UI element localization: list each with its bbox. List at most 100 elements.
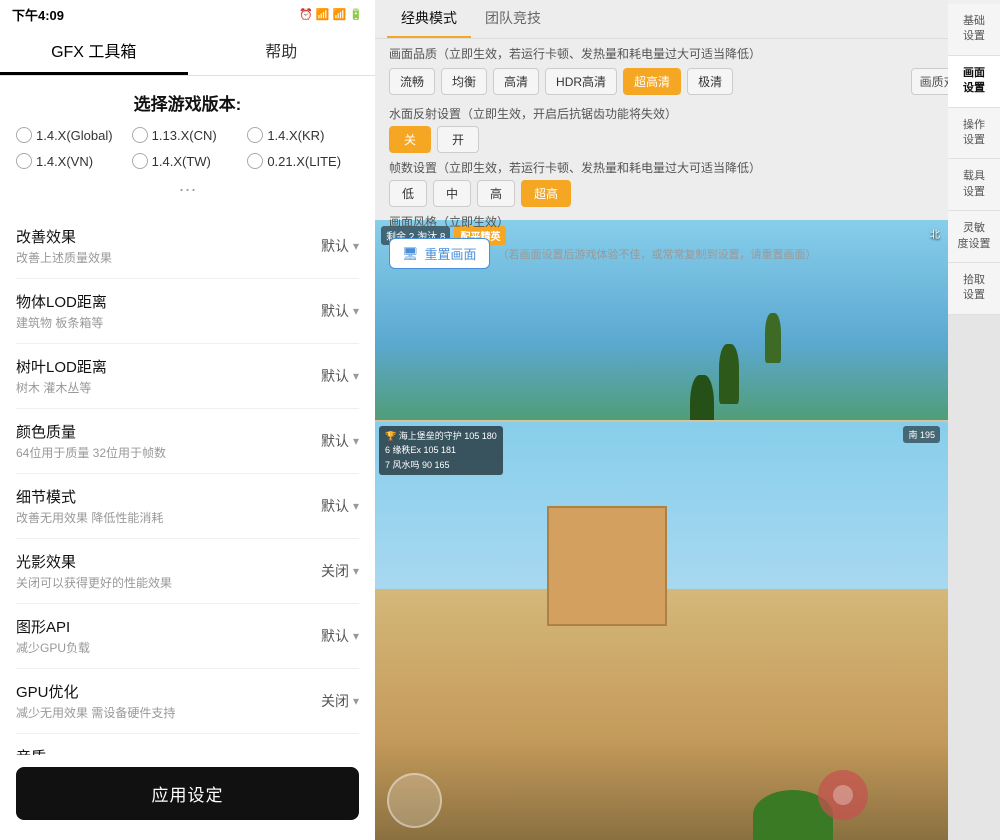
side-menu-controls[interactable]: 操作设置: [948, 108, 1000, 160]
setting-improve-effects-right[interactable]: 默认 ▾: [321, 236, 359, 256]
quality-ultra[interactable]: 超高清: [623, 68, 681, 95]
setting-detail-mode-value: 默认: [321, 496, 349, 516]
tree-1: [719, 344, 739, 404]
settings-list: 改善效果 改善上述质量效果 默认 ▾ 物体LOD距离 建筑物 板条箱等 默认 ▾…: [0, 214, 375, 755]
version-section: 选择游戏版本: 1.4.X(Global) 1.13.X(CN) 1.4.X(K…: [0, 76, 375, 214]
version-label-lite: 0.21.X(LITE): [267, 154, 341, 169]
quality-hd[interactable]: 高清: [493, 68, 539, 95]
chevron-down-icon: ▾: [353, 369, 359, 383]
game-settings-overlay: 经典模式 团队竞技 画面品质（立即生效，若运行卡顿、发热量和耗电量过大可适当降低…: [375, 0, 1000, 220]
radio-global[interactable]: [16, 127, 32, 143]
reset-button[interactable]: 🖥 重置画面: [389, 238, 490, 269]
water-off[interactable]: 关: [389, 126, 431, 153]
water-section: 水面反射设置（立即生效，开启后抗锯齿功能将失效） 关 开: [375, 103, 1000, 157]
tab-help[interactable]: 帮助: [188, 28, 376, 75]
radio-lite[interactable]: [247, 153, 263, 169]
version-global[interactable]: 1.4.X(Global): [16, 127, 128, 143]
quality-balanced[interactable]: 均衡: [441, 68, 487, 95]
setting-color-quality-right[interactable]: 默认 ▾: [321, 431, 359, 451]
setting-detail-mode-left: 细节模式 改善无用效果 降低性能消耗: [16, 486, 321, 526]
side-menu-graphics[interactable]: 画面设置: [948, 56, 1000, 108]
setting-gpu-optimize-subtitle: 减少无用效果 需设备硬件支持: [16, 704, 321, 721]
overlay-tabs: 经典模式 团队竞技: [375, 0, 1000, 39]
radio-cn[interactable]: [132, 127, 148, 143]
radio-vn[interactable]: [16, 153, 32, 169]
setting-shadow[interactable]: 光影效果 关闭可以获得更好的性能效果 关闭 ▾: [16, 539, 359, 604]
reset-label: 重置画面: [425, 244, 477, 263]
version-cn[interactable]: 1.13.X(CN): [132, 127, 244, 143]
chevron-down-icon: ▾: [353, 629, 359, 643]
quality-smooth[interactable]: 流畅: [389, 68, 435, 95]
tab-bar: GFX 工具箱 帮助: [0, 28, 375, 76]
chevron-down-icon: ▾: [353, 499, 359, 513]
fire-icon: [831, 783, 855, 807]
version-grid: 1.4.X(Global) 1.13.X(CN) 1.4.X(KR) 1.4.X…: [16, 127, 359, 169]
setting-graphics-api-right[interactable]: 默认 ▾: [321, 626, 359, 646]
status-icons: ⏰ 📶 📶 🔋: [299, 8, 363, 21]
fps-ultra[interactable]: 超高: [521, 180, 571, 207]
monitor-icon: 🖥: [402, 246, 419, 262]
setting-lod-object[interactable]: 物体LOD距离 建筑物 板条箱等 默认 ▾: [16, 279, 359, 344]
setting-shadow-right[interactable]: 关闭 ▾: [321, 561, 359, 581]
setting-lod-object-subtitle: 建筑物 板条箱等: [16, 314, 321, 331]
water-label: 水面反射设置（立即生效，开启后抗锯齿功能将失效）: [389, 105, 986, 122]
setting-improve-effects[interactable]: 改善效果 改善上述质量效果 默认 ▾: [16, 214, 359, 279]
chevron-down-icon: ▾: [353, 304, 359, 318]
setting-lod-object-left: 物体LOD距离 建筑物 板条箱等: [16, 291, 321, 331]
setting-color-quality-value: 默认: [321, 431, 349, 451]
tab-team-match[interactable]: 团队竞技: [471, 0, 555, 38]
setting-graphics-api-title: 图形API: [16, 616, 321, 637]
version-label-kr: 1.4.X(KR): [267, 128, 324, 143]
score-row-1: 🏆 海上堡垒的守护 105 180: [385, 429, 497, 443]
water-on[interactable]: 开: [437, 126, 479, 153]
setting-lod-foliage[interactable]: 树叶LOD距离 树木 灌木丛等 默认 ▾: [16, 344, 359, 409]
setting-gpu-optimize[interactable]: GPU优化 减少无用效果 需设备硬件支持 关闭 ▾: [16, 669, 359, 734]
side-menu-pickup[interactable]: 拾取设置: [948, 263, 1000, 315]
setting-lod-foliage-title: 树叶LOD距离: [16, 356, 321, 377]
radio-kr[interactable]: [247, 127, 263, 143]
setting-graphics-api-left: 图形API 减少GPU负载: [16, 616, 321, 656]
version-kr[interactable]: 1.4.X(KR): [247, 127, 359, 143]
setting-audio-quality-title: 音质: [16, 746, 321, 755]
chevron-down-icon: ▾: [353, 564, 359, 578]
side-menu-basic[interactable]: 基础设置: [948, 4, 1000, 56]
scoreboard: 🏆 海上堡垒的守护 105 180 6 缘秩Ex 105 181 7 风水吗 9…: [379, 426, 503, 475]
setting-lod-foliage-left: 树叶LOD距离 树木 灌木丛等: [16, 356, 321, 396]
setting-detail-mode-subtitle: 改善无用效果 降低性能消耗: [16, 509, 321, 526]
score-row-3: 7 风水吗 90 165: [385, 458, 497, 472]
setting-lod-foliage-right[interactable]: 默认 ▾: [321, 366, 359, 386]
fps-low[interactable]: 低: [389, 180, 427, 207]
radio-tw[interactable]: [132, 153, 148, 169]
version-lite[interactable]: 0.21.X(LITE): [247, 153, 359, 169]
setting-detail-mode-title: 细节模式: [16, 486, 321, 507]
side-menu-sensitivity[interactable]: 灵敏度设置: [948, 211, 1000, 263]
setting-color-quality[interactable]: 颜色质量 64位用于质量 32位用于帧数 默认 ▾: [16, 409, 359, 474]
setting-color-quality-title: 颜色质量: [16, 421, 321, 442]
setting-gpu-optimize-value: 关闭: [321, 691, 349, 711]
tab-gfx[interactable]: GFX 工具箱: [0, 28, 188, 75]
fps-mid[interactable]: 中: [433, 180, 471, 207]
building: [547, 506, 667, 626]
setting-audio-quality[interactable]: 音质 改善音质效果 默认 ▾: [16, 734, 359, 755]
tab-classic-mode[interactable]: 经典模式: [387, 0, 471, 38]
quality-hdr[interactable]: HDR高清: [545, 68, 617, 95]
apply-btn-wrap: 应用设定: [0, 755, 375, 840]
version-tw[interactable]: 1.4.X(TW): [132, 153, 244, 169]
fire-button[interactable]: [818, 770, 868, 820]
style-label: 画面风格（立即生效）: [389, 215, 509, 229]
setting-detail-mode[interactable]: 细节模式 改善无用效果 降低性能消耗 默认 ▾: [16, 474, 359, 539]
game-background-bottom: 🏆 海上堡垒的守护 105 180 6 缘秩Ex 105 181 7 风水吗 9…: [375, 420, 948, 840]
quality-extreme[interactable]: 极清: [687, 68, 733, 95]
time: 下午4:09: [12, 5, 64, 24]
setting-gpu-optimize-right[interactable]: 关闭 ▾: [321, 691, 359, 711]
side-menu-vehicle[interactable]: 载具设置: [948, 159, 1000, 211]
hud-compass-2: 南 195: [903, 426, 940, 443]
setting-detail-mode-right[interactable]: 默认 ▾: [321, 496, 359, 516]
apply-button[interactable]: 应用设定: [16, 767, 359, 820]
setting-lod-object-right[interactable]: 默认 ▾: [321, 301, 359, 321]
water-buttons: 关 开: [389, 126, 986, 153]
fps-buttons: 低 中 高 超高: [389, 180, 986, 207]
version-vn[interactable]: 1.4.X(VN): [16, 153, 128, 169]
setting-graphics-api[interactable]: 图形API 减少GPU负载 默认 ▾: [16, 604, 359, 669]
fps-high[interactable]: 高: [477, 180, 515, 207]
